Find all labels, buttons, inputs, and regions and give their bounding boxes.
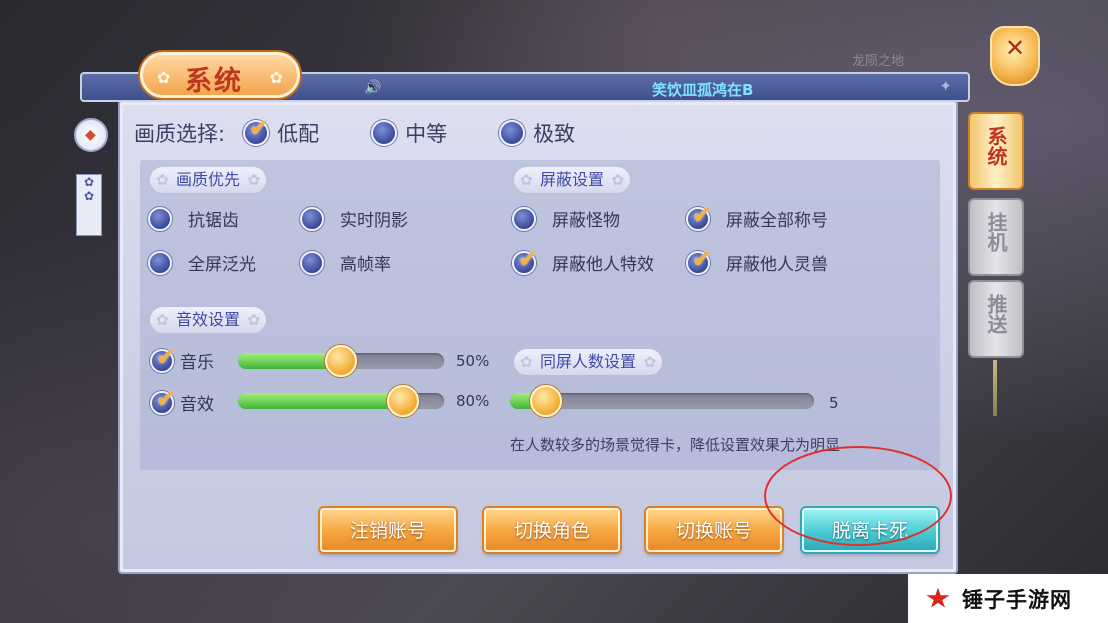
tab-label: 推送 [984, 294, 1008, 334]
watermark: 锤子手游网 [908, 574, 1108, 623]
music-volume-value: 50% [456, 352, 490, 370]
radio-unchecked[interactable] [499, 120, 526, 146]
highlight-circle-annotation [764, 446, 952, 546]
option-label: 抗锯齿 [188, 211, 239, 231]
option-label: 低配 [277, 122, 320, 146]
fish-icon: ◆ [85, 127, 96, 143]
tab-system[interactable]: 系统 [968, 112, 1024, 190]
flower-icon: ✿ [157, 68, 171, 87]
slider-fill [238, 393, 403, 409]
option-sfx[interactable]: 音效 [150, 385, 214, 415]
radio-unchecked[interactable] [371, 120, 398, 146]
slider-handle[interactable] [530, 385, 563, 417]
option-hide-others-pets[interactable]: 屏蔽他人灵兽 [686, 245, 828, 275]
switch-account-button[interactable]: 切换账号 [646, 508, 782, 552]
option-label: 实时阴影 [340, 211, 408, 231]
checkbox-checked[interactable] [150, 385, 176, 415]
quality-select-row: 画质选择: 低配 中等 极致 [134, 114, 627, 148]
section-header-quality-priority: ✿ 画质优先 ✿ [150, 167, 267, 193]
quality-label: 画质选择: [134, 122, 226, 146]
flower-icon: ✿ [520, 171, 533, 189]
option-label: 中等 [405, 122, 448, 146]
flower-icon: ✿ [156, 171, 169, 189]
option-anti-aliasing[interactable]: 抗锯齿 [148, 206, 239, 231]
tab-label: 系统 [984, 126, 1008, 166]
switch-role-button[interactable]: 切换角色 [484, 508, 620, 552]
section-header-audio: ✿ 音效设置 ✿ [150, 307, 267, 333]
option-label: 音效 [180, 395, 214, 415]
crowd-hint-text: 在人数较多的场景觉得卡，降低设置效果尤为明显 [510, 436, 841, 454]
option-bloom[interactable]: 全屏泛光 [148, 250, 256, 275]
section-title: 音效设置 [176, 310, 241, 329]
close-icon: ✕ [1005, 34, 1026, 62]
star-logo-icon [924, 584, 954, 614]
quality-option-low[interactable]: 低配 [243, 114, 320, 148]
charm-tag: ✿ ✿ [76, 174, 102, 236]
flower-icon: ✿ [520, 353, 533, 371]
tab-label: 挂机 [984, 212, 1008, 252]
tab-push[interactable]: 推送 [968, 280, 1024, 358]
area-name: 龙陨之地 [852, 54, 905, 69]
section-header-crowd: ✿ 同屏人数设置 ✿ [514, 349, 663, 375]
marquee-text: 笑饮皿孤鸿在B [652, 81, 754, 99]
option-label: 音乐 [180, 353, 214, 373]
radio-unchecked[interactable] [148, 206, 172, 231]
window-title-badge: ✿ 系统 ✿ [140, 52, 300, 98]
checkbox-checked[interactable] [150, 343, 176, 373]
option-hide-monsters[interactable]: 屏蔽怪物 [512, 206, 620, 231]
crowd-count-value: 5 [829, 394, 839, 412]
slider-handle[interactable] [325, 345, 357, 377]
flower-icon: ✿ [156, 311, 169, 329]
watermark-text: 锤子手游网 [962, 587, 1072, 612]
tab-auto-battle[interactable]: 挂机 [968, 198, 1024, 276]
checkbox-checked[interactable] [243, 114, 269, 146]
checkbox-checked[interactable] [512, 245, 538, 275]
window-title: 系统 [185, 66, 243, 97]
option-realtime-shadow[interactable]: 实时阴影 [300, 206, 408, 231]
sfx-volume-slider[interactable] [238, 385, 444, 417]
sfx-volume-value: 80% [456, 392, 490, 410]
section-title: 屏蔽设置 [540, 170, 605, 189]
radio-unchecked[interactable] [300, 250, 324, 275]
option-hide-others-effects[interactable]: 屏蔽他人特效 [512, 245, 654, 275]
crowd-count-slider[interactable] [510, 385, 814, 417]
star-icon: ✦ [939, 77, 952, 95]
flower-icon: ✿ [611, 171, 625, 189]
tassel-decoration [993, 360, 997, 416]
section-title: 同屏人数设置 [540, 352, 637, 371]
section-title: 画质优先 [176, 170, 241, 189]
checkbox-checked[interactable] [686, 245, 712, 275]
option-label: 高帧率 [340, 255, 391, 275]
option-label: 全屏泛光 [188, 255, 256, 275]
option-high-fps[interactable]: 高帧率 [300, 250, 391, 275]
option-hide-all-titles[interactable]: 屏蔽全部称号 [686, 201, 828, 231]
radio-unchecked[interactable] [148, 250, 172, 275]
close-lantern-button[interactable]: ✕ [990, 26, 1040, 86]
option-label: 屏蔽全部称号 [726, 211, 828, 231]
radio-unchecked[interactable] [512, 206, 536, 231]
option-label: 屏蔽他人特效 [552, 255, 654, 275]
flower-icon: ✿ [247, 171, 261, 189]
quality-option-ultra[interactable]: 极致 [499, 118, 575, 148]
slider-handle[interactable] [386, 385, 419, 417]
quality-option-medium[interactable]: 中等 [371, 118, 447, 148]
flower-icon: ✿ [643, 353, 657, 371]
flower-icon: ✿ [247, 311, 261, 329]
logout-button[interactable]: 注销账号 [320, 508, 456, 552]
radio-unchecked[interactable] [300, 206, 324, 231]
music-volume-slider[interactable] [238, 345, 444, 377]
section-header-block-settings: ✿ 屏蔽设置 ✿ [514, 167, 631, 193]
option-label: 极致 [533, 122, 576, 146]
option-label: 屏蔽怪物 [552, 211, 620, 231]
speaker-icon[interactable]: 🔊 [364, 80, 381, 96]
option-music[interactable]: 音乐 [150, 343, 214, 373]
checkbox-checked[interactable] [686, 201, 712, 231]
wind-chime-charm: ◆ [74, 118, 108, 152]
flower-icon: ✿ [269, 68, 283, 87]
option-label: 屏蔽他人灵兽 [726, 255, 828, 275]
